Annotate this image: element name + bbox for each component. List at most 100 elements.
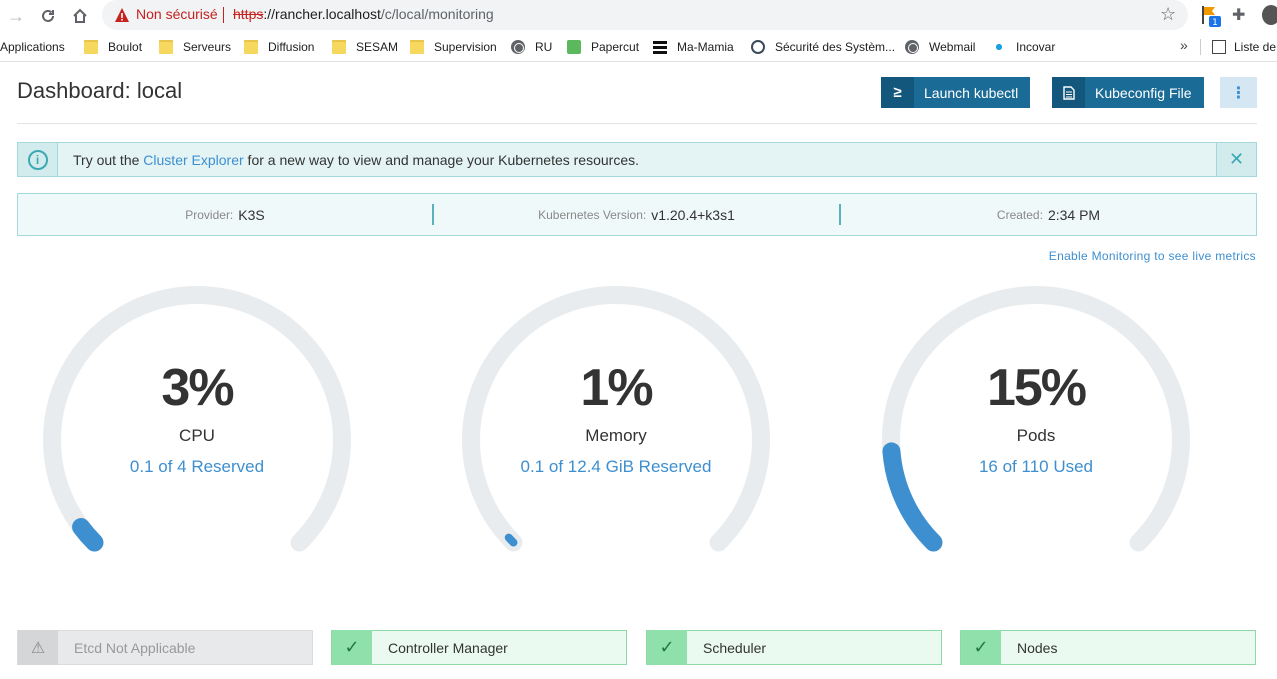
- avatar[interactable]: [1262, 5, 1277, 25]
- status-label: Etcd Not Applicable: [74, 639, 196, 656]
- kubeconfig-file-label: Kubeconfig File: [1095, 84, 1192, 101]
- gauge-track: [43, 286, 351, 552]
- check-icon: ✓: [961, 630, 1001, 665]
- version-cell: Kubernetes Version: v1.20.4+k3s1: [434, 194, 839, 235]
- status-label: Scheduler: [703, 639, 767, 656]
- gauge-fill: [72, 518, 104, 552]
- folder-icon: [84, 40, 98, 54]
- bookmark-label: Sécurité des Systèm...: [775, 40, 896, 54]
- created-cell: Created: 2:34 PM: [841, 194, 1256, 235]
- bookmark-label: Boulot: [108, 40, 143, 54]
- gauge-track: [882, 286, 1190, 552]
- status-etcd: ⚠ Etcd Not Applicable: [17, 630, 313, 665]
- puzzle-extensions-icon[interactable]: ✚: [1232, 5, 1245, 25]
- cluster-explorer-link[interactable]: Cluster Explorer: [143, 152, 243, 168]
- status-controller-manager: ✓ Controller Manager: [331, 630, 627, 665]
- cluster-info-bar: Provider: K3S Kubernetes Version: v1.20.…: [17, 193, 1257, 236]
- created-value: 2:34 PM: [1047, 206, 1101, 223]
- forward-icon[interactable]: →: [4, 4, 28, 28]
- omnibox-separator: [223, 7, 224, 23]
- bookmark-label: Incovar: [1016, 40, 1056, 54]
- check-icon: ✓: [332, 630, 372, 665]
- bookmark-boulot[interactable]: Boulot: [84, 38, 142, 56]
- gauge-value: 3%: [161, 359, 234, 417]
- address-bar[interactable]: Non sécurisé https://rancher.localhost/c…: [102, 0, 1188, 30]
- reading-list-icon: [1212, 40, 1226, 54]
- provider-cell: Provider: K3S: [18, 194, 432, 235]
- flag-extension-icon[interactable]: 1: [1200, 4, 1222, 28]
- grid-icon: [653, 40, 667, 54]
- file-icon: [1052, 77, 1085, 108]
- folder-icon: [410, 40, 424, 54]
- bookmarks-overflow-button[interactable]: »: [1180, 37, 1188, 53]
- memory-gauge: 1% Memory 0.1 of 12.4 GiB Reserved: [453, 280, 779, 580]
- created-key: Created:: [996, 207, 1043, 222]
- launch-kubectl-button[interactable]: ≥ Launch kubectl: [881, 77, 1031, 108]
- page-title: Dashboard: local: [17, 78, 183, 103]
- gauge-fill: [504, 533, 518, 547]
- close-icon[interactable]: ✕: [1216, 143, 1256, 176]
- bookmark-securite[interactable]: Sécurité des Systèm...: [751, 38, 895, 56]
- cpu-gauge: 3% CPU 0.1 of 4 Reserved: [34, 280, 360, 580]
- bookmark-label: Webmail: [929, 40, 976, 54]
- bookmark-ru[interactable]: RU: [511, 38, 552, 56]
- bookmark-incovar[interactable]: Incovar: [992, 38, 1055, 56]
- status-nodes: ✓ Nodes: [960, 630, 1256, 665]
- bookmark-label: Supervision: [434, 40, 497, 54]
- gauge-value: 1%: [580, 359, 653, 417]
- bookmark-label: SESAM: [356, 40, 399, 54]
- bookmark-webmail[interactable]: Webmail: [905, 38, 975, 56]
- info-icon: i: [18, 143, 58, 176]
- banner-prefix: Try out the: [73, 151, 144, 168]
- bookmark-label: Ma-Mamia: [677, 40, 734, 54]
- globe-icon: [905, 40, 919, 54]
- folder-icon: [332, 40, 346, 54]
- reading-list-label: Liste de: [1234, 40, 1277, 54]
- papercut-icon: [567, 40, 581, 54]
- pods-gauge: 15% Pods 16 of 110 Used: [873, 280, 1199, 580]
- version-value: v1.20.4+k3s1: [651, 206, 735, 223]
- bookmarks-bar: Applications Boulot Serveurs Diffusion S…: [0, 32, 1277, 62]
- version-key: Kubernetes Version:: [538, 207, 647, 222]
- gauge-sub: 16 of 110 Used: [978, 457, 1094, 476]
- launch-kubectl-label: Launch kubectl: [924, 84, 1019, 101]
- home-icon[interactable]: [68, 4, 92, 28]
- bookmark-label: Applications: [0, 40, 65, 54]
- bookmark-diffusion[interactable]: Diffusion: [244, 38, 314, 56]
- bookmark-papercut[interactable]: Papercut: [567, 38, 639, 56]
- bookmark-star-icon[interactable]: ☆: [1160, 4, 1176, 25]
- check-icon: ✓: [647, 630, 687, 665]
- url-host: ://rancher.localhost: [263, 6, 381, 22]
- bookmark-sesam[interactable]: SESAM: [332, 38, 398, 56]
- warning-icon: ⚠: [18, 630, 58, 665]
- browser-toolbar: → Non sécurisé https://rancher.localhost…: [0, 0, 1277, 32]
- bookmark-serveurs[interactable]: Serveurs: [159, 38, 231, 56]
- insecure-label: Non sécurisé: [136, 6, 218, 22]
- banner-text: Try out the Cluster Explorer for a new w…: [58, 152, 639, 168]
- kubeconfig-file-button[interactable]: Kubeconfig File: [1052, 77, 1204, 108]
- bookmark-applications[interactable]: Applications: [0, 38, 65, 56]
- more-actions-button[interactable]: ⋮: [1220, 77, 1257, 108]
- gauge-sub: 0.1 of 12.4 GiB Reserved: [520, 457, 712, 476]
- gauge-label: Memory: [585, 426, 647, 445]
- banner-suffix: for a new way to view and manage your Ku…: [243, 151, 639, 168]
- extension-badge: 1: [1212, 18, 1218, 28]
- enable-monitoring-link[interactable]: Enable Monitoring to see live metrics: [1049, 249, 1256, 263]
- bookmark-label: Diffusion: [268, 40, 315, 54]
- reading-list-button[interactable]: Liste de: [1212, 38, 1276, 56]
- terminal-icon: ≥: [881, 77, 914, 108]
- cluster-explorer-banner: i Try out the Cluster Explorer for a new…: [17, 142, 1257, 177]
- status-label: Controller Manager: [388, 639, 508, 656]
- url-scheme: https: [233, 6, 264, 22]
- globe-icon: [511, 40, 525, 54]
- bookmark-ma-mamia[interactable]: Ma-Mamia: [653, 38, 734, 56]
- bookmark-supervision[interactable]: Supervision: [410, 38, 497, 56]
- url-path: /c/local/monitoring: [380, 6, 494, 22]
- bookmark-label: RU: [535, 40, 553, 54]
- provider-value: K3S: [238, 206, 265, 223]
- incovar-icon: [992, 40, 1006, 54]
- reload-icon[interactable]: [36, 4, 60, 28]
- gauge-value: 15%: [986, 359, 1087, 417]
- folder-icon: [159, 40, 173, 54]
- bookmarks-divider: [1200, 39, 1201, 55]
